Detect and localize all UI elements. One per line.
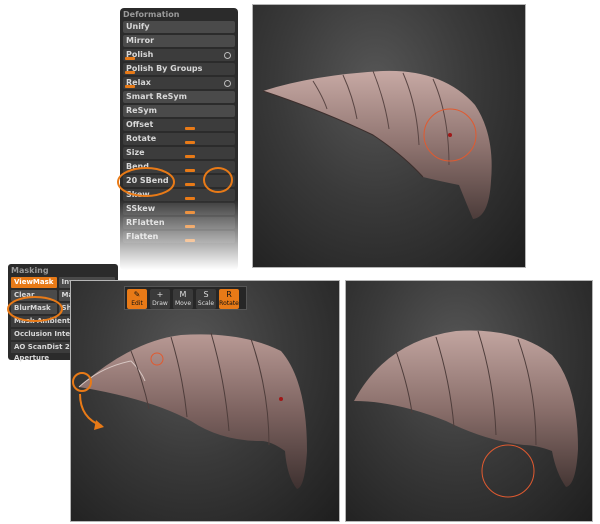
clear-button[interactable]: Clear [11, 290, 57, 301]
draw-icon: + [156, 290, 164, 299]
deform-item-rotate[interactable]: Rotate [123, 133, 235, 145]
scale-icon: S [203, 290, 209, 299]
viewmask-button[interactable]: ViewMask [11, 277, 57, 288]
deform-item-mirror[interactable]: Mirror [123, 35, 235, 47]
slider-handle[interactable] [125, 57, 135, 60]
toggle-dot-icon[interactable] [224, 80, 231, 87]
deform-item-label: Bend [126, 162, 149, 171]
slider-handle[interactable] [125, 71, 135, 74]
deform-item-unify[interactable]: Unify [123, 21, 235, 33]
deform-item-label: Mirror [126, 36, 155, 45]
viewport-bottom-left[interactable] [70, 280, 340, 522]
slider-handle[interactable] [184, 169, 195, 172]
deformation-panel: Deformation Unify Mirror Polish Polish By G… [120, 8, 238, 270]
masking-title: Masking [11, 266, 49, 275]
slider-handle[interactable] [184, 183, 195, 186]
deform-item-label: Smart ReSym [126, 92, 187, 101]
deform-item-label: ReSym [126, 106, 157, 115]
slider-handle[interactable] [184, 155, 195, 158]
deform-item-offset[interactable]: Offset [123, 119, 235, 131]
deform-item-size[interactable]: Size [123, 147, 235, 159]
tool-edit[interactable]: ✎ Edit [127, 289, 147, 309]
deform-item-smart-resym[interactable]: Smart ReSym [123, 91, 235, 103]
slider-handle[interactable] [125, 85, 135, 88]
deformation-title: Deformation [123, 10, 180, 19]
rotate-icon: R [226, 290, 232, 299]
tool-move[interactable]: M Move [173, 289, 193, 309]
edit-icon: ✎ [133, 290, 141, 299]
deform-item-label: Polish By Groups [126, 64, 203, 73]
deform-item-label: Skew [126, 190, 150, 199]
horn-model-left [78, 332, 307, 489]
deform-item-label: Size [126, 148, 145, 157]
viewport-bottom-right[interactable] [345, 280, 593, 522]
toggle-dot-icon[interactable] [224, 52, 231, 59]
tool-scale[interactable]: S Scale [196, 289, 216, 309]
deform-item-label: Rotate [126, 134, 157, 143]
panel-fade [120, 200, 238, 270]
slider-handle[interactable] [184, 141, 195, 144]
transform-toolbar: ✎ Edit + Draw M Move S Scale R Rotate [124, 286, 247, 310]
tool-rotate[interactable]: R Rotate [219, 289, 239, 309]
slider-handle[interactable] [184, 127, 195, 130]
deform-item-polish-by-groups[interactable]: Polish By Groups [123, 63, 235, 75]
move-icon: M [179, 290, 187, 299]
deform-item-20-sbend[interactable]: 20 SBend [123, 175, 235, 187]
deform-item-label: Unify [126, 22, 150, 31]
horn-model-top [262, 70, 492, 219]
blurmask-button[interactable]: BlurMask [11, 303, 57, 314]
deform-item-bend[interactable]: Bend [123, 161, 235, 173]
deform-item-relax[interactable]: Relax [123, 77, 235, 89]
deform-item-label: 20 SBend [126, 176, 169, 185]
deform-item-label: Offset [126, 120, 154, 129]
viewport-top[interactable] [252, 4, 526, 268]
deform-item-resym[interactable]: ReSym [123, 105, 235, 117]
deform-item-polish[interactable]: Polish [123, 49, 235, 61]
tool-draw[interactable]: + Draw [150, 289, 170, 309]
horn-model-right [354, 330, 578, 498]
